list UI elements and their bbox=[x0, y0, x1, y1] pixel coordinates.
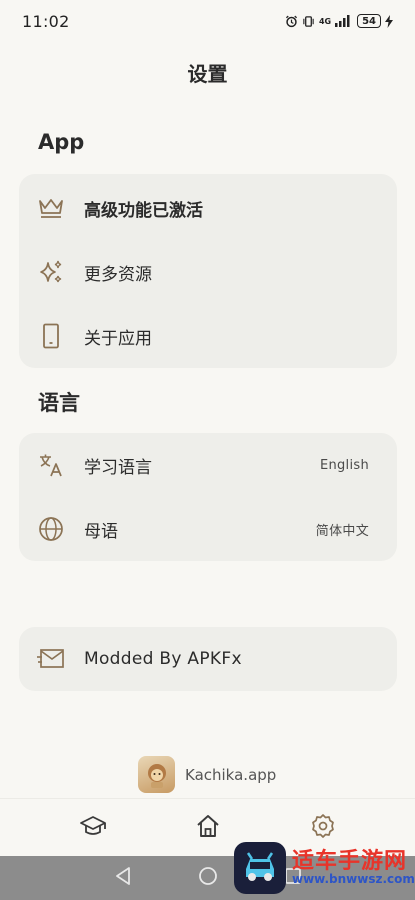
phone-icon bbox=[37, 322, 65, 350]
modded-by-item[interactable]: Modded By APKFx bbox=[19, 627, 397, 691]
signal-icon bbox=[335, 15, 351, 27]
app-settings-card: 高级功能已激活 更多资源 关于应用 bbox=[19, 174, 397, 368]
charging-icon bbox=[385, 14, 393, 28]
mail-icon bbox=[37, 645, 65, 673]
system-back-button[interactable] bbox=[110, 865, 136, 891]
learning-language-label: 学习语言 bbox=[84, 457, 152, 478]
network-label: 4G bbox=[318, 16, 332, 26]
modded-card: Modded By APKFx bbox=[19, 627, 397, 691]
page-title: 设置 bbox=[187, 62, 228, 86]
native-language-value: 简体中文 bbox=[315, 523, 369, 539]
learning-language-value: English bbox=[319, 457, 369, 473]
vibrate-icon bbox=[302, 15, 315, 28]
alarm-icon bbox=[285, 15, 298, 28]
more-resources-label: 更多资源 bbox=[84, 264, 152, 285]
watermark-title: 适车手游网 bbox=[292, 849, 408, 874]
battery-indicator: 54 bbox=[357, 14, 381, 28]
section-title-language: 语言 bbox=[38, 391, 80, 415]
language-settings-card: 学习语言 English 母语 简体中文 bbox=[19, 433, 397, 561]
watermark: 适车手游网 www.bnwwsz.com bbox=[234, 842, 415, 894]
app-logo bbox=[138, 756, 175, 793]
learning-language-item[interactable]: 学习语言 English bbox=[19, 433, 397, 497]
back-triangle-icon bbox=[114, 866, 132, 890]
premium-activated-label: 高级功能已激活 bbox=[84, 200, 203, 221]
watermark-url: www.bnwwsz.com bbox=[292, 872, 415, 886]
status-time: 11:02 bbox=[22, 11, 70, 31]
watermark-logo bbox=[234, 842, 286, 894]
status-bar: 11:02 4G 54 bbox=[0, 0, 415, 42]
system-home-button[interactable] bbox=[195, 865, 221, 891]
modded-by-label: Modded By APKFx bbox=[84, 649, 242, 669]
native-language-label: 母语 bbox=[84, 521, 118, 542]
app-name: Kachika.app bbox=[185, 765, 277, 784]
home-icon bbox=[195, 813, 221, 843]
globe-icon bbox=[37, 515, 65, 543]
sparkles-icon bbox=[37, 258, 65, 286]
app-brand: Kachika.app bbox=[138, 756, 276, 793]
status-icons: 4G 54 bbox=[285, 14, 393, 28]
nav-learn[interactable] bbox=[73, 808, 113, 848]
graduation-cap-icon bbox=[79, 814, 107, 842]
gear-icon bbox=[310, 813, 336, 843]
native-language-item[interactable]: 母语 简体中文 bbox=[19, 497, 397, 561]
crown-icon bbox=[37, 194, 65, 222]
translate-icon bbox=[37, 451, 65, 479]
about-app-label: 关于应用 bbox=[84, 328, 152, 349]
about-app-item[interactable]: 关于应用 bbox=[19, 304, 397, 368]
home-circle-icon bbox=[198, 866, 218, 890]
battery-level: 54 bbox=[362, 15, 376, 27]
nav-home[interactable] bbox=[188, 808, 228, 848]
watermark-text: 适车手游网 www.bnwwsz.com bbox=[292, 849, 415, 886]
premium-activated-item[interactable]: 高级功能已激活 bbox=[19, 176, 397, 240]
section-title-app: App bbox=[38, 130, 85, 154]
more-resources-item[interactable]: 更多资源 bbox=[19, 240, 397, 304]
